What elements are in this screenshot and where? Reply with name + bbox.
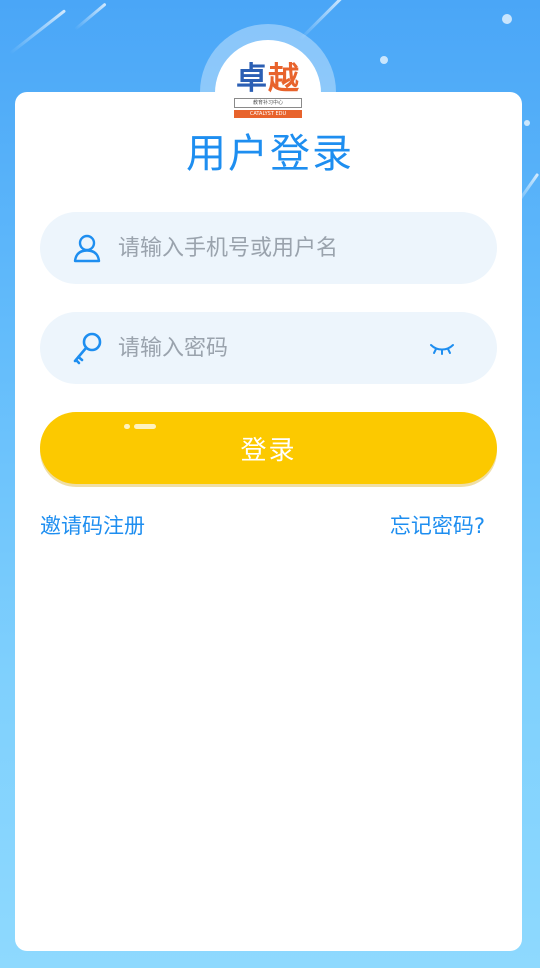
- user-icon: [70, 231, 104, 265]
- username-field[interactable]: [40, 212, 497, 284]
- key-icon: [70, 331, 104, 365]
- background-dot: [502, 14, 512, 24]
- forgot-password-link[interactable]: 忘记密码?: [390, 512, 485, 540]
- logo-wordmark: 卓越: [236, 61, 300, 97]
- logo-subtitle-cn: 教育补习中心: [234, 98, 302, 108]
- button-highlight: [124, 424, 156, 430]
- eye-closed-icon[interactable]: [427, 336, 457, 360]
- background-dot: [524, 120, 530, 126]
- page-title: 用户登录: [186, 131, 354, 177]
- background-streak: [9, 9, 67, 55]
- login-button-label: 登录: [240, 435, 297, 466]
- logo-subtitle-en: CATALYST EDU: [234, 110, 302, 118]
- background-streak: [74, 2, 107, 31]
- password-field[interactable]: [40, 312, 497, 384]
- username-input[interactable]: [116, 227, 420, 269]
- invite-register-link[interactable]: 邀请码注册: [40, 512, 145, 540]
- background-dot: [380, 56, 388, 64]
- password-input[interactable]: [116, 327, 420, 369]
- login-button[interactable]: 登录: [40, 412, 497, 484]
